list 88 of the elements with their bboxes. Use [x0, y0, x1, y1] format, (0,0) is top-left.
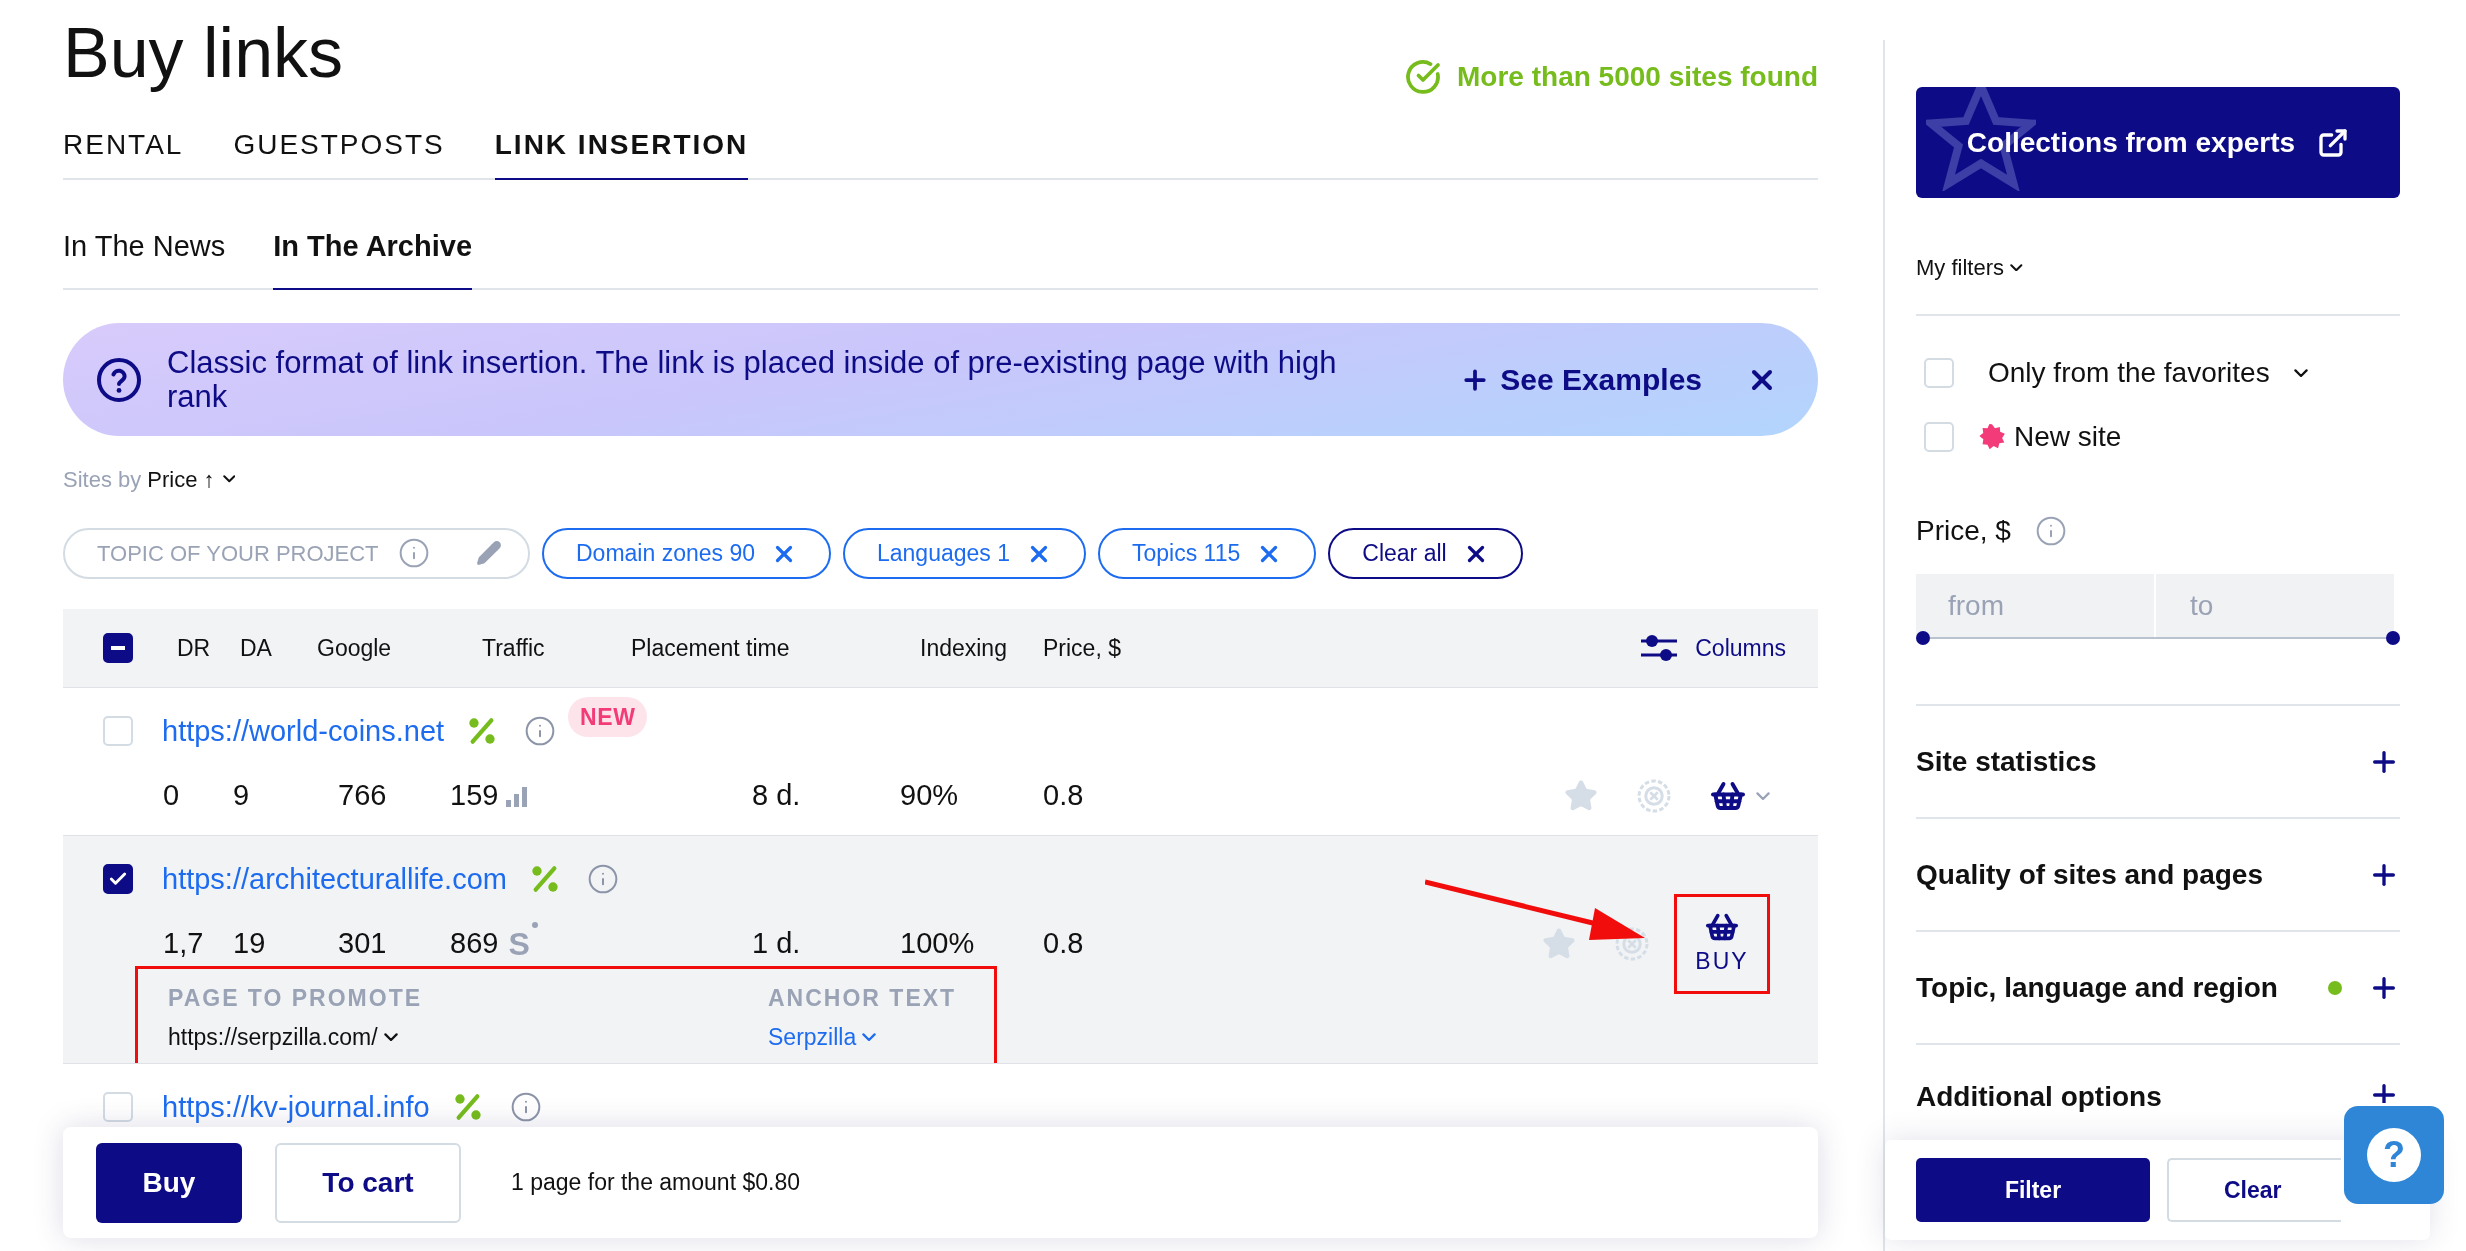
traffic-source-mark: S — [508, 920, 538, 968]
tab[interactable]: RENTAL — [63, 112, 184, 180]
info-icon[interactable] — [524, 715, 557, 747]
table-cell-text: 159 — [450, 778, 499, 814]
column-header[interactable]: Traffic — [482, 630, 631, 666]
tab[interactable]: GUESTPOSTS — [233, 112, 445, 180]
table-cell-text: 1,7 — [163, 926, 204, 962]
table-cell-text: 0 — [163, 778, 180, 814]
sort-dropdown[interactable]: Price ↑ — [147, 462, 236, 496]
price-from-field[interactable]: from — [1916, 574, 2154, 638]
table-cell-text: 869 — [450, 926, 499, 962]
select-all-checkbox[interactable] — [103, 633, 133, 663]
subtab[interactable]: In The Archive — [273, 224, 473, 290]
star-icon[interactable] — [1542, 927, 1576, 961]
table-cell-text: 766 — [338, 778, 387, 814]
columns-button[interactable]: Columns — [1639, 630, 1786, 666]
new-site-icon — [1978, 423, 2006, 451]
table-cell-text: 0.8 — [1043, 926, 1084, 962]
to-cart-button[interactable]: To cart — [275, 1142, 461, 1223]
cart-summary: 1 page for the amount $0.80 — [511, 1168, 800, 1198]
info-icon[interactable] — [2034, 515, 2067, 547]
tab[interactable]: LINK INSERTION — [494, 112, 749, 180]
crossed-circle-icon[interactable] — [1614, 926, 1650, 962]
info-icon[interactable] — [398, 537, 430, 569]
field-label: ANCHOR TEXT — [768, 984, 957, 1013]
check-circle-icon — [1405, 59, 1442, 95]
table-cell-text: 301 — [338, 926, 387, 962]
sort-label: Sites by — [63, 465, 142, 494]
site-link[interactable]: https://architecturallife.com — [162, 862, 507, 896]
price-slider[interactable] — [1916, 630, 2400, 646]
filter-chip[interactable]: Topics 115 — [1098, 528, 1317, 579]
price-to-field[interactable]: to — [2156, 574, 2394, 638]
price-label: Price, $ — [1916, 514, 2011, 548]
table-cell-text: 1 d. — [752, 926, 801, 962]
table-cell-text: 0.8 — [1043, 778, 1084, 814]
info-icon[interactable] — [586, 863, 619, 895]
column-header[interactable]: Google — [317, 630, 482, 666]
subtab[interactable]: In The News — [63, 224, 226, 290]
slider-handle[interactable] — [2386, 631, 2400, 645]
field-label: PAGE TO PROMOTE — [168, 984, 424, 1013]
filter-button[interactable]: Filter — [1916, 1158, 2150, 1222]
chevron-icon — [862, 1032, 877, 1041]
star-icon[interactable] — [1564, 779, 1598, 813]
table-cell-text: 9 — [233, 778, 250, 814]
anchor-dropdown[interactable]: Serpzilla — [768, 1019, 957, 1054]
chevron-icon[interactable] — [2293, 368, 2308, 378]
option-label: Only from the favorites — [1988, 356, 2270, 390]
collections-button[interactable]: Collections from experts — [1916, 87, 2400, 198]
table-cell-text: 19 — [233, 926, 266, 962]
table-cell-text: 100% — [900, 926, 975, 962]
question-circle-icon — [95, 355, 143, 404]
chevron-icon — [2010, 263, 2023, 272]
slider-handle[interactable] — [1916, 631, 1930, 645]
clear-all-button[interactable]: Clear all — [1328, 528, 1523, 579]
chevron-icon — [222, 475, 236, 483]
filter-section-header[interactable]: Quality of sites and pages — [1916, 817, 2400, 930]
table-cell-text: 90% — [900, 778, 959, 814]
site-link[interactable]: https://kv-journal.info — [162, 1090, 430, 1124]
filter-section-header[interactable]: Topic, language and region — [1916, 930, 2400, 1043]
see-examples-button[interactable]: See Examples — [1460, 357, 1702, 402]
column-header[interactable]: Indexing — [920, 630, 1043, 666]
chevron-icon — [383, 1032, 398, 1041]
my-filters-dropdown[interactable]: My filters — [1916, 251, 2023, 284]
new-badge: NEW — [568, 696, 648, 738]
buy-button[interactable]: BUY — [1674, 894, 1770, 994]
buy-button[interactable]: Buy — [96, 1142, 242, 1223]
checkbox[interactable] — [103, 864, 133, 894]
found-notice: More than 5000 sites found — [1457, 60, 1818, 94]
option-label: New site — [2014, 420, 2122, 454]
column-header[interactable]: Placement time — [631, 630, 920, 666]
info-icon[interactable] — [509, 1091, 542, 1123]
project-field[interactable]: TOPIC OF YOUR PROJECT — [63, 528, 530, 579]
table-cell-text: 8 d. — [752, 778, 801, 814]
external-link-icon — [2317, 126, 2350, 159]
site-link[interactable]: https://world-coins.net — [162, 714, 445, 748]
bar-chart-icon — [506, 785, 529, 807]
filter-chip[interactable]: Languages 1 — [843, 528, 1086, 579]
sliders-icon — [1639, 632, 1680, 664]
banner-text: Classic format of link insertion. The link is placed inside of pre-existing page with high rank — [167, 345, 1338, 414]
column-header[interactable]: DA — [240, 630, 317, 666]
pencil-icon[interactable] — [476, 540, 502, 566]
help-button[interactable]: ? — [2344, 1106, 2444, 1204]
filter-chip[interactable]: Domain zones 90 — [542, 528, 831, 579]
column-header[interactable]: Price, $ — [1043, 630, 1121, 666]
page-dropdown[interactable]: https://serpzilla.com/ — [168, 1019, 768, 1054]
column-header[interactable]: DR — [170, 630, 240, 666]
clear-button[interactable]: Clear — [2167, 1158, 2341, 1222]
filter-section-header[interactable]: Site statistics — [1916, 704, 2400, 817]
